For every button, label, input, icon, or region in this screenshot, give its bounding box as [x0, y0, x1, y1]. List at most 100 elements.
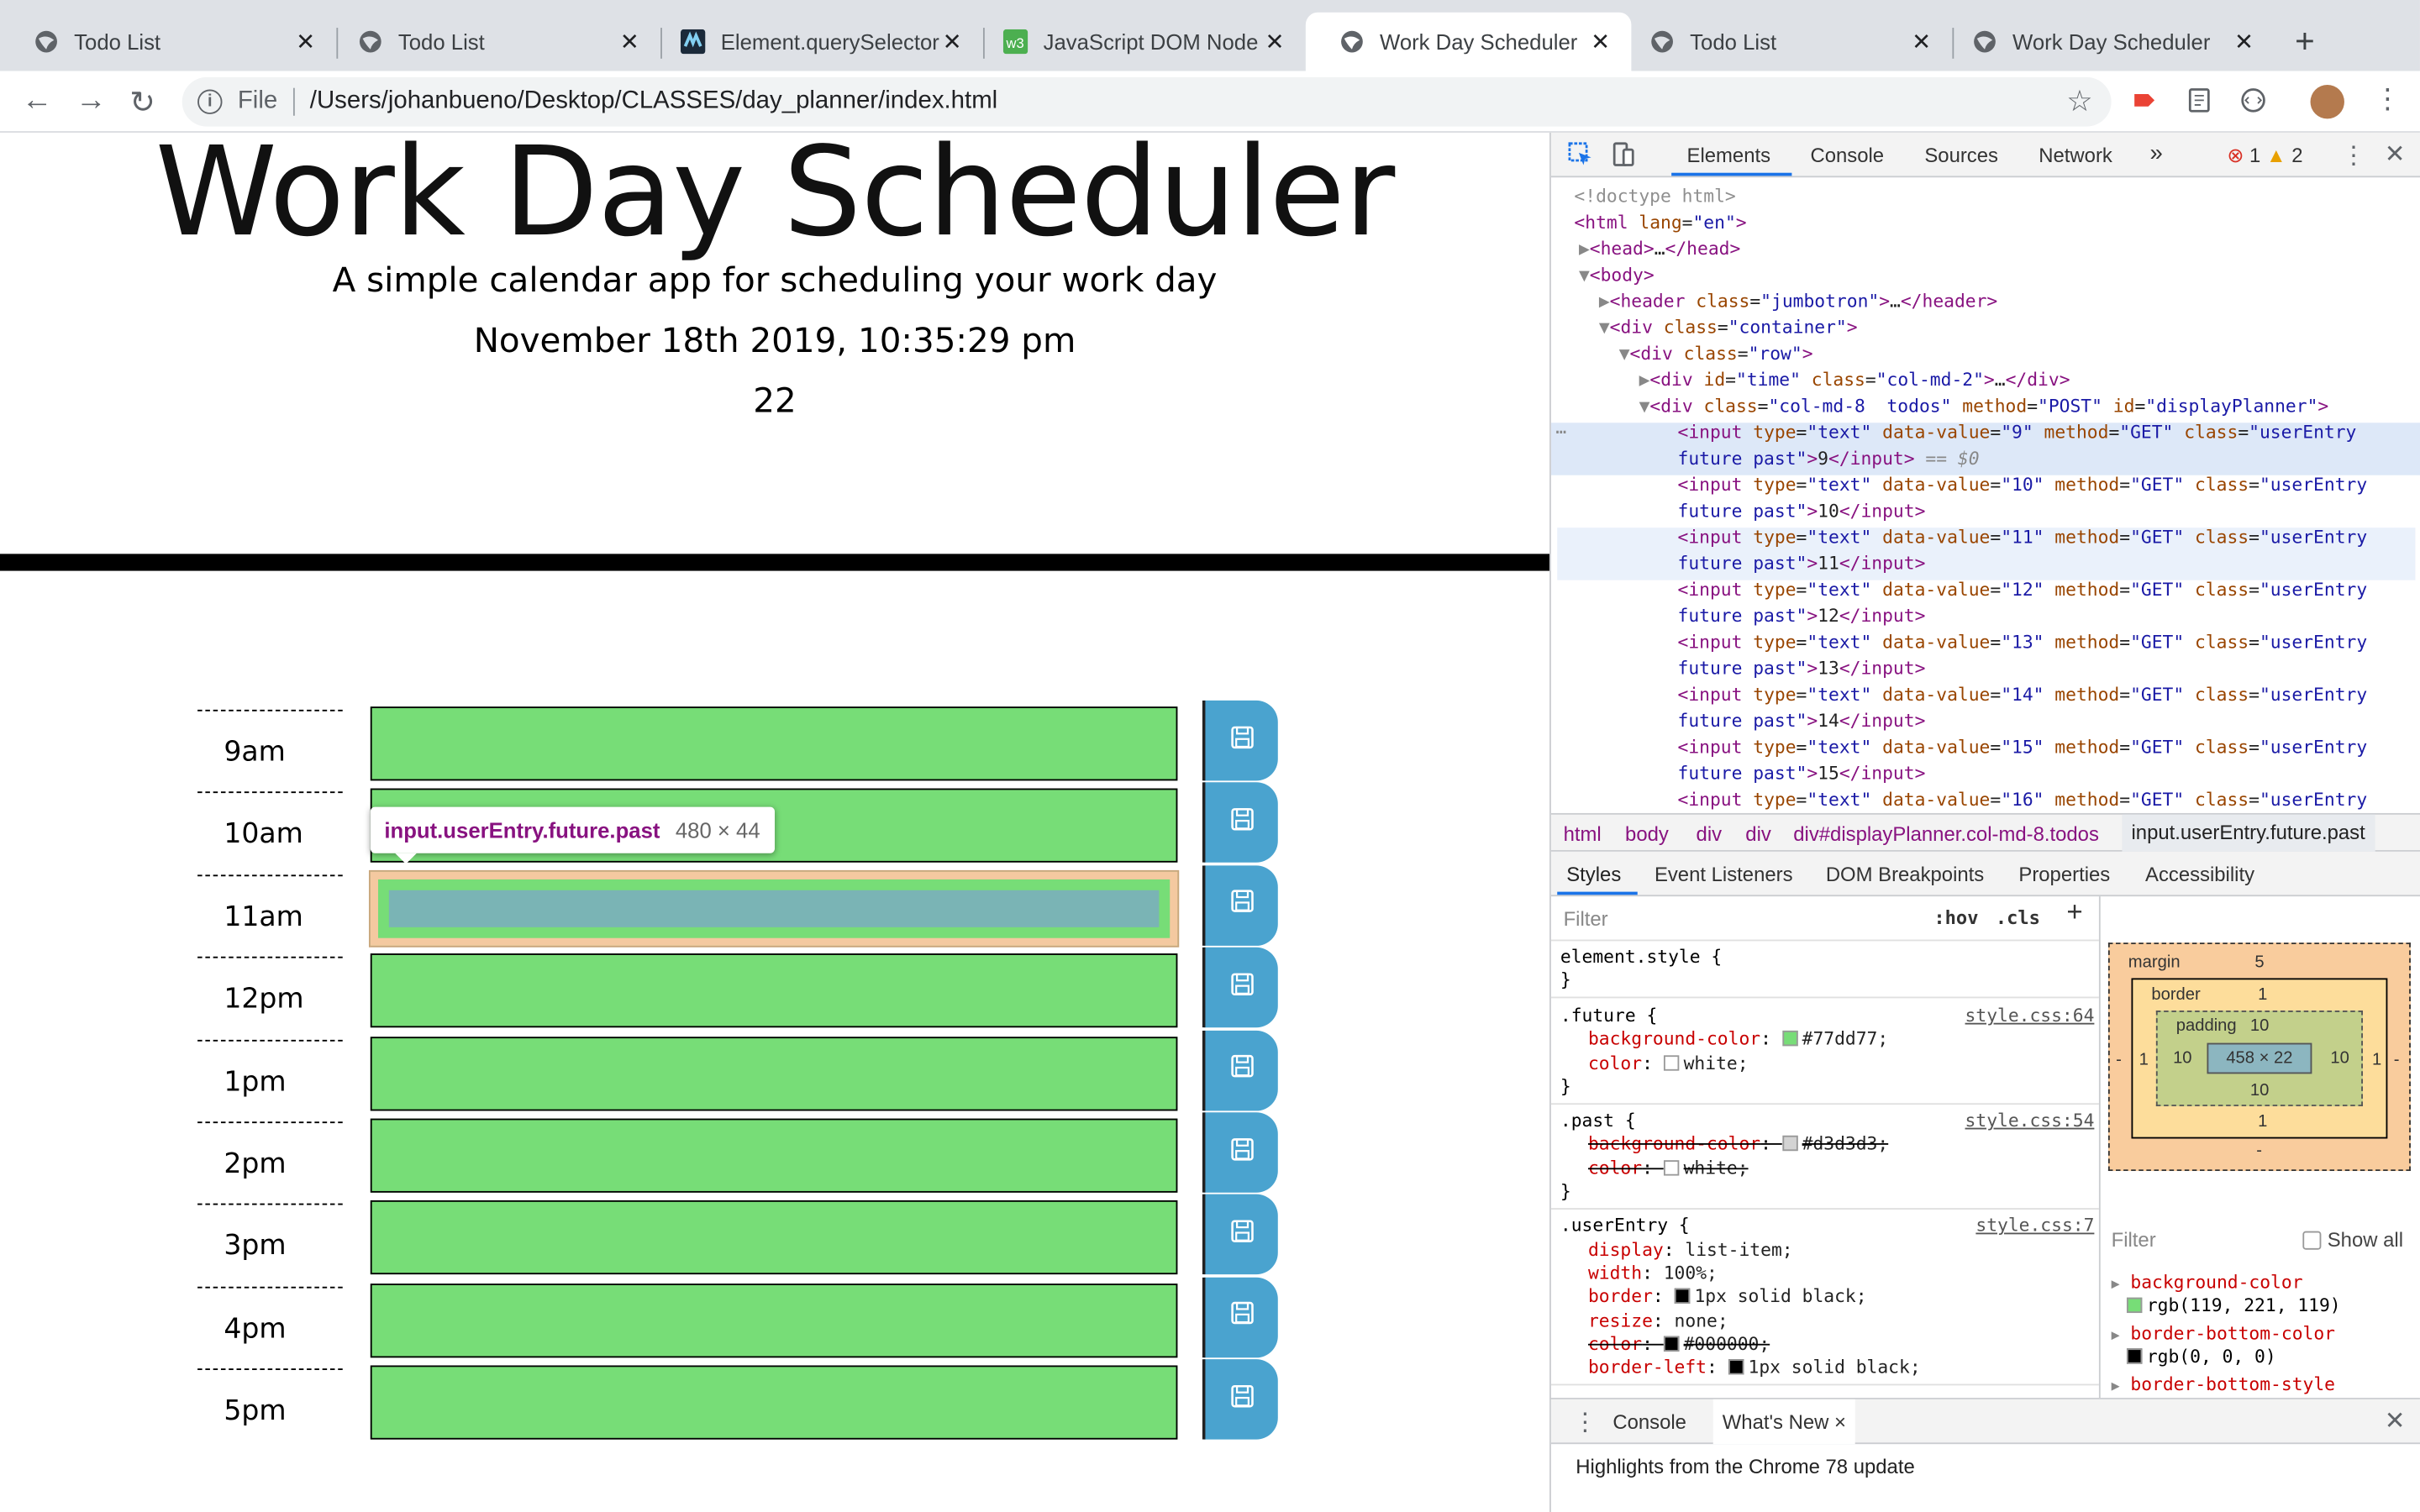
box-model-padding-left[interactable]: 10 — [2173, 1049, 2191, 1068]
css-property-name[interactable]: width — [1588, 1262, 1642, 1284]
css-property-value[interactable]: 1px solid black; — [1749, 1357, 1921, 1378]
cls-toggle[interactable]: .cls — [1996, 907, 2040, 931]
dom-line[interactable]: future past">13</input> — [1677, 656, 2420, 682]
drawer-tab-console[interactable]: Console — [1612, 1410, 1686, 1434]
hour-entry-input[interactable] — [370, 706, 1178, 781]
css-rule[interactable]: .past {style.css:54 background-color: #d3… — [1550, 1105, 2099, 1210]
devtools-tab-network[interactable]: Network — [2039, 144, 2112, 167]
new-tab-button[interactable]: + — [2295, 22, 2315, 62]
color-swatch[interactable] — [1674, 1289, 1690, 1305]
hour-entry-input[interactable] — [370, 1036, 1178, 1110]
new-rule-icon[interactable]: + — [2066, 898, 2082, 927]
css-rule[interactable]: .future {style.css:64 background-color: #… — [1550, 1000, 2099, 1105]
css-declaration[interactable]: border: 1px solid black; — [1560, 1285, 2091, 1309]
save-button[interactable] — [1202, 1030, 1278, 1110]
color-swatch[interactable] — [1781, 1136, 1798, 1152]
subtab-accessibility[interactable]: Accessibility — [2145, 863, 2254, 886]
breadcrumb-div[interactable]: div — [1745, 822, 1771, 846]
css-property-value[interactable]: #000000; — [1684, 1333, 1770, 1355]
css-property-value[interactable]: 1px solid black; — [1694, 1285, 1866, 1307]
dom-line[interactable]: <input type="text" data-value="15" metho… — [1677, 734, 2420, 760]
tab-javascript-dom-node[interactable]: w3 JavaScript DOM Node ✕ — [969, 13, 1305, 71]
box-model-border-top[interactable]: 1 — [2258, 986, 2267, 1005]
dom-line[interactable]: future past">9</input> == $0 — [1677, 446, 2420, 472]
show-all-checkbox[interactable] — [2302, 1231, 2322, 1250]
devtools-more-tabs[interactable]: » — [2150, 140, 2163, 166]
css-property-value[interactable]: 100%; — [1664, 1262, 1718, 1284]
css-property-name[interactable]: background-color — [1588, 1133, 1760, 1155]
hov-toggle[interactable]: :hov — [1933, 907, 1978, 931]
breadcrumb-html[interactable]: html — [1564, 822, 1602, 846]
dom-line[interactable]: ▶<header class="jumbotron">…</header> — [1599, 288, 2420, 314]
devtools-menu-icon[interactable]: ⋮ — [2341, 140, 2365, 171]
breadcrumb-selected-input[interactable]: input.userEntry.future.past — [2122, 814, 2375, 852]
dom-line[interactable]: <html lang="en"> — [1574, 210, 2420, 236]
color-swatch[interactable] — [1663, 1336, 1680, 1352]
css-property-value[interactable]: #d3d3d3; — [1802, 1133, 1889, 1155]
tab-todo-list-3[interactable]: Todo List ✕ — [1616, 13, 1952, 71]
extension-cast-icon[interactable] — [2130, 87, 2158, 114]
css-property-name[interactable]: border — [1588, 1285, 1653, 1307]
box-model-padding-bottom[interactable]: 10 — [2250, 1082, 2269, 1100]
close-icon[interactable]: ✕ — [940, 28, 965, 55]
css-property-name[interactable]: color — [1588, 1052, 1642, 1074]
box-model-content[interactable]: 458 × 22 — [2207, 1042, 2312, 1074]
dom-line[interactable]: future past">15</input> — [1677, 760, 2420, 786]
forward-icon[interactable]: → — [76, 83, 107, 118]
color-swatch[interactable] — [1663, 1159, 1680, 1176]
reload-icon[interactable]: ↻ — [129, 83, 155, 122]
close-icon[interactable]: ✕ — [293, 28, 318, 55]
dom-line[interactable]: future past">11</input> — [1677, 551, 2420, 577]
dom-line[interactable]: ▼<div class="row"> — [1619, 341, 2420, 367]
breadcrumb-div[interactable]: div — [1697, 822, 1723, 846]
tab-element-queryselector[interactable]: Element.querySelector ✕ — [647, 13, 983, 71]
profile-avatar[interactable] — [2310, 85, 2344, 119]
box-model-border-right[interactable]: 1 — [2372, 1051, 2381, 1069]
browser-menu-icon[interactable]: ⋮ — [2374, 83, 2402, 116]
save-button[interactable] — [1202, 782, 1278, 864]
css-declaration[interactable]: background-color: #d3d3d3; — [1560, 1133, 2091, 1157]
tab-todo-list-2[interactable]: Todo List ✕ — [324, 13, 660, 71]
subtab-dom-breakpoints[interactable]: DOM Breakpoints — [1826, 863, 1984, 886]
css-declaration[interactable]: resize: none; — [1560, 1310, 2091, 1333]
devtools-tab-sources[interactable]: Sources — [1924, 144, 1998, 167]
box-model-padding-right[interactable]: 10 — [2330, 1049, 2349, 1068]
css-property-name[interactable]: color — [1588, 1157, 1642, 1179]
color-swatch[interactable] — [1663, 1054, 1680, 1070]
device-toolbar-icon[interactable] — [1610, 140, 1638, 168]
dom-line[interactable]: ▼<body> — [1579, 262, 2420, 288]
tab-todo-list-1[interactable]: Todo List ✕ — [0, 13, 336, 71]
css-declaration[interactable]: color: white; — [1560, 1052, 2091, 1075]
rule-source-link[interactable]: style.css:54 — [1965, 1110, 2095, 1133]
drawer-tab-whats-new[interactable]: What's New × — [1712, 1399, 1856, 1445]
computed-filter-input[interactable]: Filter — [2112, 1228, 2156, 1252]
save-button[interactable] — [1202, 948, 1278, 1028]
hour-entry-input[interactable] — [370, 953, 1178, 1028]
devtools-tab-console[interactable]: Console — [1810, 144, 1884, 167]
dom-more-icon[interactable]: … — [1555, 415, 2420, 441]
info-icon[interactable]: i — [197, 89, 223, 114]
color-swatch[interactable] — [1728, 1359, 1744, 1375]
dom-line[interactable]: future past">10</input> — [1677, 498, 2420, 524]
css-property-name[interactable]: color — [1588, 1333, 1642, 1355]
address-bar[interactable]: i File /Users/johanbueno/Desktop/CLASSES… — [182, 76, 2112, 127]
css-declaration[interactable]: width: 100%; — [1560, 1262, 2091, 1285]
extension-devtools-icon[interactable] — [2239, 87, 2267, 114]
css-property-name[interactable]: display — [1588, 1238, 1664, 1260]
box-model-margin-bottom[interactable]: - — [2256, 1142, 2262, 1160]
hour-entry-input[interactable] — [370, 1118, 1178, 1193]
css-property-name[interactable]: resize — [1588, 1310, 1653, 1331]
css-property-name[interactable]: background-color — [1588, 1028, 1760, 1050]
hour-entry-input[interactable] — [370, 1365, 1178, 1440]
inspect-element-icon[interactable] — [1566, 140, 1594, 168]
color-swatch[interactable] — [1781, 1031, 1798, 1047]
dom-line[interactable]: ▼<div class="container"> — [1599, 315, 2420, 341]
breadcrumb-body[interactable]: body — [1625, 822, 1669, 846]
close-icon[interactable]: ✕ — [1909, 28, 1933, 55]
save-button[interactable] — [1202, 1112, 1278, 1193]
css-property-value[interactable]: white; — [1684, 1157, 1749, 1179]
box-model-margin-left[interactable]: - — [2116, 1051, 2122, 1069]
dom-line[interactable]: ▶<head>…</head> — [1579, 236, 2420, 262]
dom-line[interactable]: future past">12</input> — [1677, 603, 2420, 629]
css-declaration[interactable]: color: #000000; — [1560, 1333, 2091, 1357]
